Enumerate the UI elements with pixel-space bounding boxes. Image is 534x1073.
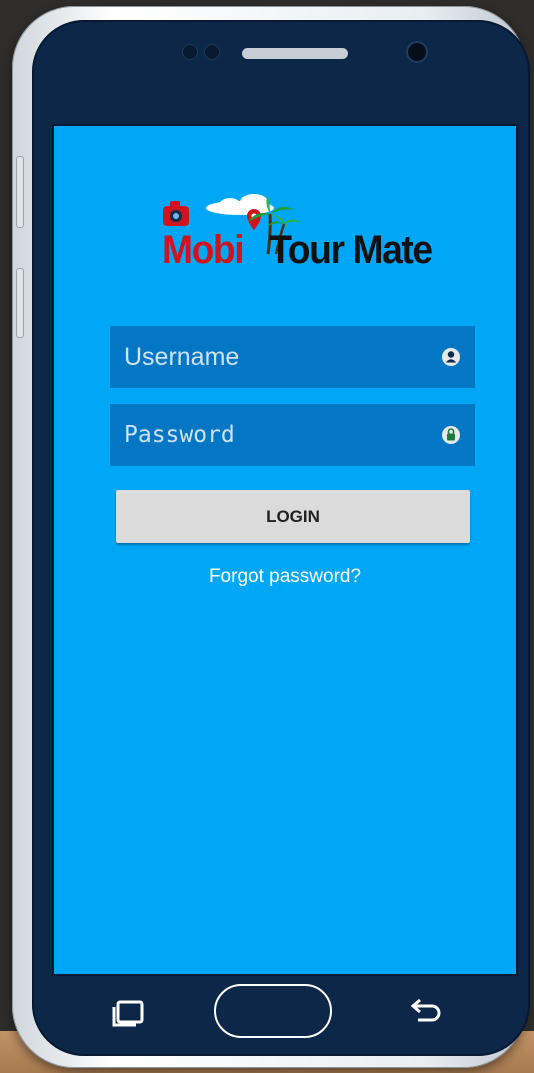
back-icon[interactable] (406, 996, 444, 1030)
sensor-dot (204, 44, 220, 60)
logo-text-tourmate: Tour Mate (269, 228, 433, 272)
home-button[interactable] (214, 984, 332, 1038)
password-input[interactable] (110, 404, 410, 466)
sensor-dot (182, 44, 198, 60)
username-input[interactable] (110, 326, 410, 388)
app-logo: Mobi Tour Mate (162, 192, 433, 282)
password-field[interactable] (110, 404, 475, 466)
logo-text-mobi: Mobi (162, 228, 245, 272)
volume-button (16, 156, 24, 228)
front-camera (406, 41, 428, 63)
app-screen: Mobi Tour Mate LOGIN (52, 124, 518, 976)
lock-icon (442, 426, 460, 444)
logo-text: Mobi Tour Mate (162, 226, 433, 274)
login-button[interactable]: LOGIN (116, 490, 470, 543)
forgot-password-link[interactable]: Forgot password? (54, 566, 516, 588)
phone-frame: Mobi Tour Mate LOGIN (12, 6, 530, 1068)
side-button (16, 268, 24, 338)
recent-apps-icon[interactable] (112, 998, 146, 1028)
phone-body: Mobi Tour Mate LOGIN (32, 20, 530, 1056)
user-icon (442, 348, 460, 366)
username-field[interactable] (110, 326, 475, 388)
earpiece-speaker (242, 48, 348, 59)
